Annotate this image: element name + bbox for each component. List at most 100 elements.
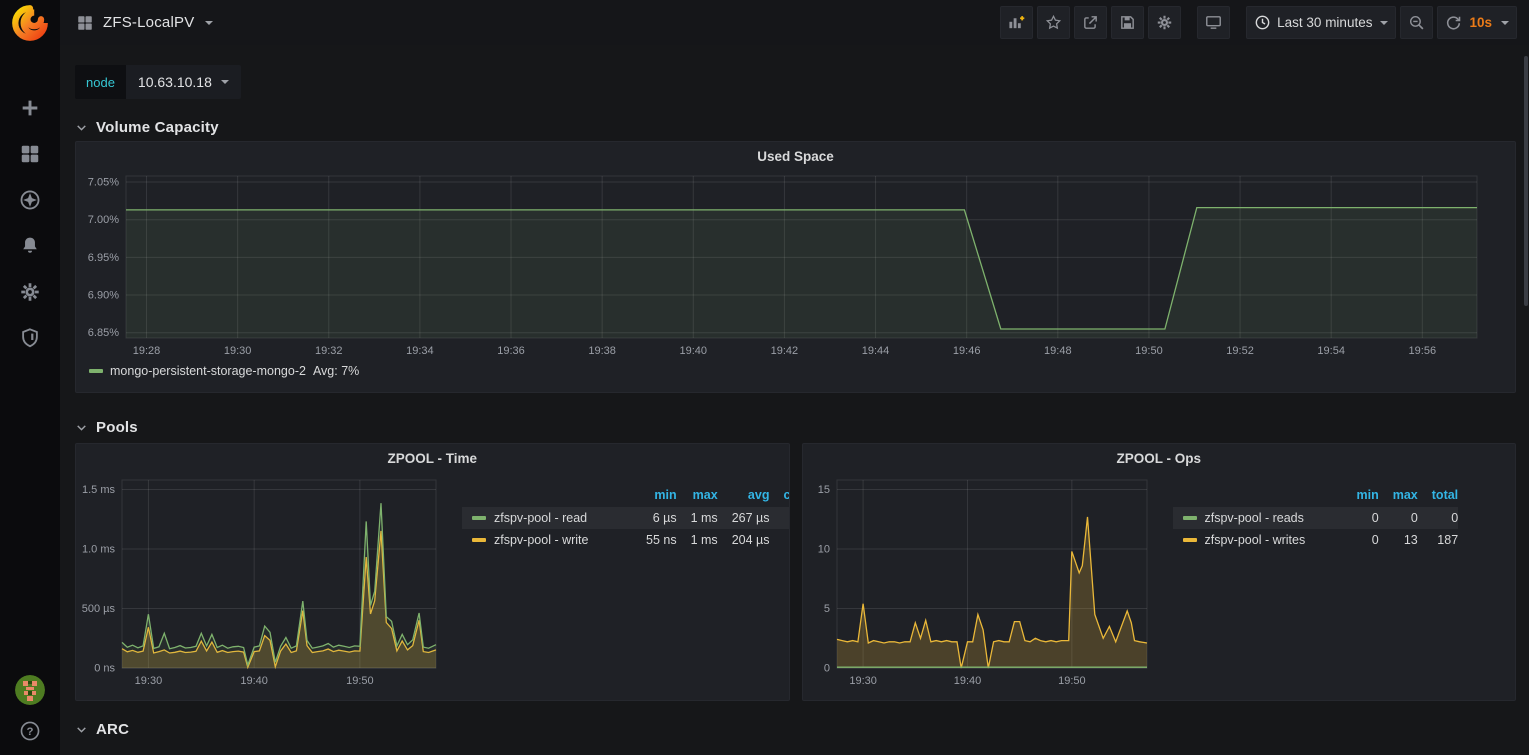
y-tick-label: 6.90% (88, 290, 119, 302)
save-button[interactable] (1111, 6, 1144, 39)
legend-stat-value: 1 ms (677, 529, 718, 551)
legend-series-name[interactable]: zfspv-pool - reads (1205, 511, 1304, 525)
cycle-view-button[interactable] (1197, 6, 1230, 39)
sidebar-nav (18, 96, 42, 350)
chevron-down-icon (221, 80, 229, 84)
zoom-out-button[interactable] (1400, 6, 1433, 39)
panel-zpool-time: ZPOOL - Time 19:3019:4019:500 ns500 µs1.… (75, 443, 790, 701)
legend-stat-value: 267 µs (718, 507, 770, 529)
y-tick-label: 15 (817, 484, 829, 496)
panel-title[interactable]: ZPOOL - Time (76, 444, 789, 470)
sidebar: ? (0, 0, 60, 755)
section-arc[interactable]: ARC (75, 715, 1516, 743)
legend-stat-value: 1 ms (677, 507, 718, 529)
zpool-ops-svg: 19:3019:4019:50051015 (803, 470, 1155, 694)
zpool-time-svg: 19:3019:4019:500 ns500 µs1.0 ms1.5 ms (76, 470, 444, 694)
x-tick-label: 19:30 (224, 345, 252, 357)
chevron-down-icon (75, 121, 88, 134)
x-tick-label: 19:40 (680, 345, 708, 357)
legend-stat-value: 204 µs (718, 529, 770, 551)
star-button[interactable] (1037, 6, 1070, 39)
legend-table: minmaxavgcurrent zfspv-pool - read 6 µs1 m… (462, 484, 790, 551)
add-panel-button[interactable] (1000, 6, 1033, 39)
legend-swatch (1183, 538, 1197, 542)
variable-value: 10.63.10.18 (138, 74, 212, 90)
star-icon (1045, 14, 1062, 31)
variable-label: node (75, 65, 126, 99)
refresh-button[interactable]: 10s (1437, 6, 1517, 39)
y-tick-label: 500 µs (82, 603, 116, 615)
legend-series-name[interactable]: zfspv-pool - write (494, 533, 588, 547)
grafana-logo[interactable] (9, 2, 51, 44)
section-pools[interactable]: Pools (75, 413, 1516, 441)
section-label: Pools (96, 419, 138, 436)
legend-header-spacer (462, 484, 632, 507)
y-tick-label: 6.95% (88, 252, 119, 264)
legend-name-cell: zfspv-pool - reads (1173, 507, 1343, 529)
template-variable-node[interactable]: node 10.63.10.18 (75, 65, 241, 99)
toolbar: Last 30 minutes 10s (1000, 6, 1517, 39)
add-panel-icon (1008, 14, 1025, 31)
legend-swatch (472, 538, 486, 542)
legend-series-name[interactable]: zfspv-pool - read (494, 511, 587, 525)
legend-column-header[interactable]: avg (718, 484, 770, 507)
zoom-out-icon (1408, 14, 1425, 31)
dashboard-title: ZFS-LocalPV (103, 14, 194, 31)
sidebar-footer: ? (15, 675, 45, 755)
legend-column-header[interactable]: min (632, 484, 677, 507)
clock-icon (1254, 14, 1271, 31)
legend-column-header[interactable]: min (1343, 484, 1379, 507)
configuration-gear-icon[interactable] (18, 280, 42, 304)
legend-column-header[interactable]: current (769, 484, 789, 507)
y-tick-label: 1.5 ms (82, 484, 116, 496)
settings-gear-icon (1156, 14, 1173, 31)
svg-text:?: ? (27, 726, 34, 738)
chevron-down-icon (75, 723, 88, 736)
save-icon (1119, 14, 1136, 31)
legend-column-header[interactable]: max (677, 484, 718, 507)
dashboard-title-menu[interactable]: ZFS-LocalPV (76, 14, 213, 32)
pools-panel-row: ZPOOL - Time 19:3019:4019:500 ns500 µs1.… (75, 443, 1516, 701)
legend-avg-value: Avg: 7% (313, 364, 359, 378)
x-tick-label: 19:32 (315, 345, 343, 357)
dashboards-grid-icon[interactable] (18, 142, 42, 166)
legend-name-cell: zfspv-pool - writes (1173, 529, 1343, 551)
dashboard-settings-button[interactable] (1148, 6, 1181, 39)
zpool-ops-chart: 19:3019:4019:50051015 (803, 470, 1155, 694)
legend-stat-value: 6 µs (632, 507, 677, 529)
time-range-picker[interactable]: Last 30 minutes (1246, 6, 1396, 39)
y-tick-label: 7.05% (88, 177, 119, 189)
legend-stat-value: 0 (1418, 507, 1458, 529)
main-area: ZFS-LocalPV (60, 0, 1529, 755)
server-admin-shield-icon[interactable] (18, 326, 42, 350)
user-avatar[interactable] (15, 675, 45, 705)
x-tick-label: 19:28 (133, 345, 161, 357)
x-tick-label: 19:52 (1226, 345, 1254, 357)
legend-stat-value: 0 (1379, 507, 1418, 529)
legend-swatch (1183, 516, 1197, 520)
panel-title[interactable]: Used Space (76, 142, 1515, 168)
legend-series-name[interactable]: mongo-persistent-storage-mongo-2 (110, 364, 306, 378)
panel-title[interactable]: ZPOOL - Ops (803, 444, 1516, 470)
explore-compass-icon[interactable] (18, 188, 42, 212)
time-range-label: Last 30 minutes (1277, 15, 1372, 30)
x-tick-label: 19:42 (771, 345, 799, 357)
share-button[interactable] (1074, 6, 1107, 39)
y-tick-label: 0 (823, 663, 829, 675)
legend-column-header[interactable]: total (1418, 484, 1458, 507)
help-question-icon[interactable]: ? (18, 719, 42, 743)
navbar: ZFS-LocalPV (60, 0, 1529, 45)
x-tick-label: 19:36 (497, 345, 525, 357)
y-tick-label: 10 (817, 544, 829, 556)
legend-stat-value: 0 (1343, 507, 1379, 529)
legend-series-name[interactable]: zfspv-pool - writes (1205, 533, 1306, 547)
alerting-bell-icon[interactable] (18, 234, 42, 258)
legend-table: minmaxtotalzfspv-pool - reads000zfspv-po… (1173, 484, 1459, 551)
legend-column-header[interactable]: max (1379, 484, 1418, 507)
scrollbar-thumb[interactable] (1524, 56, 1528, 306)
zpool-time-chart: 19:3019:4019:500 ns500 µs1.0 ms1.5 ms (76, 470, 444, 694)
zpool-ops-legend-table: minmaxtotalzfspv-pool - reads000zfspv-po… (1155, 470, 1459, 694)
section-volume-capacity[interactable]: Volume Capacity (75, 113, 1516, 141)
create-plus-icon[interactable] (18, 96, 42, 120)
x-tick-label: 19:50 (1058, 675, 1086, 687)
